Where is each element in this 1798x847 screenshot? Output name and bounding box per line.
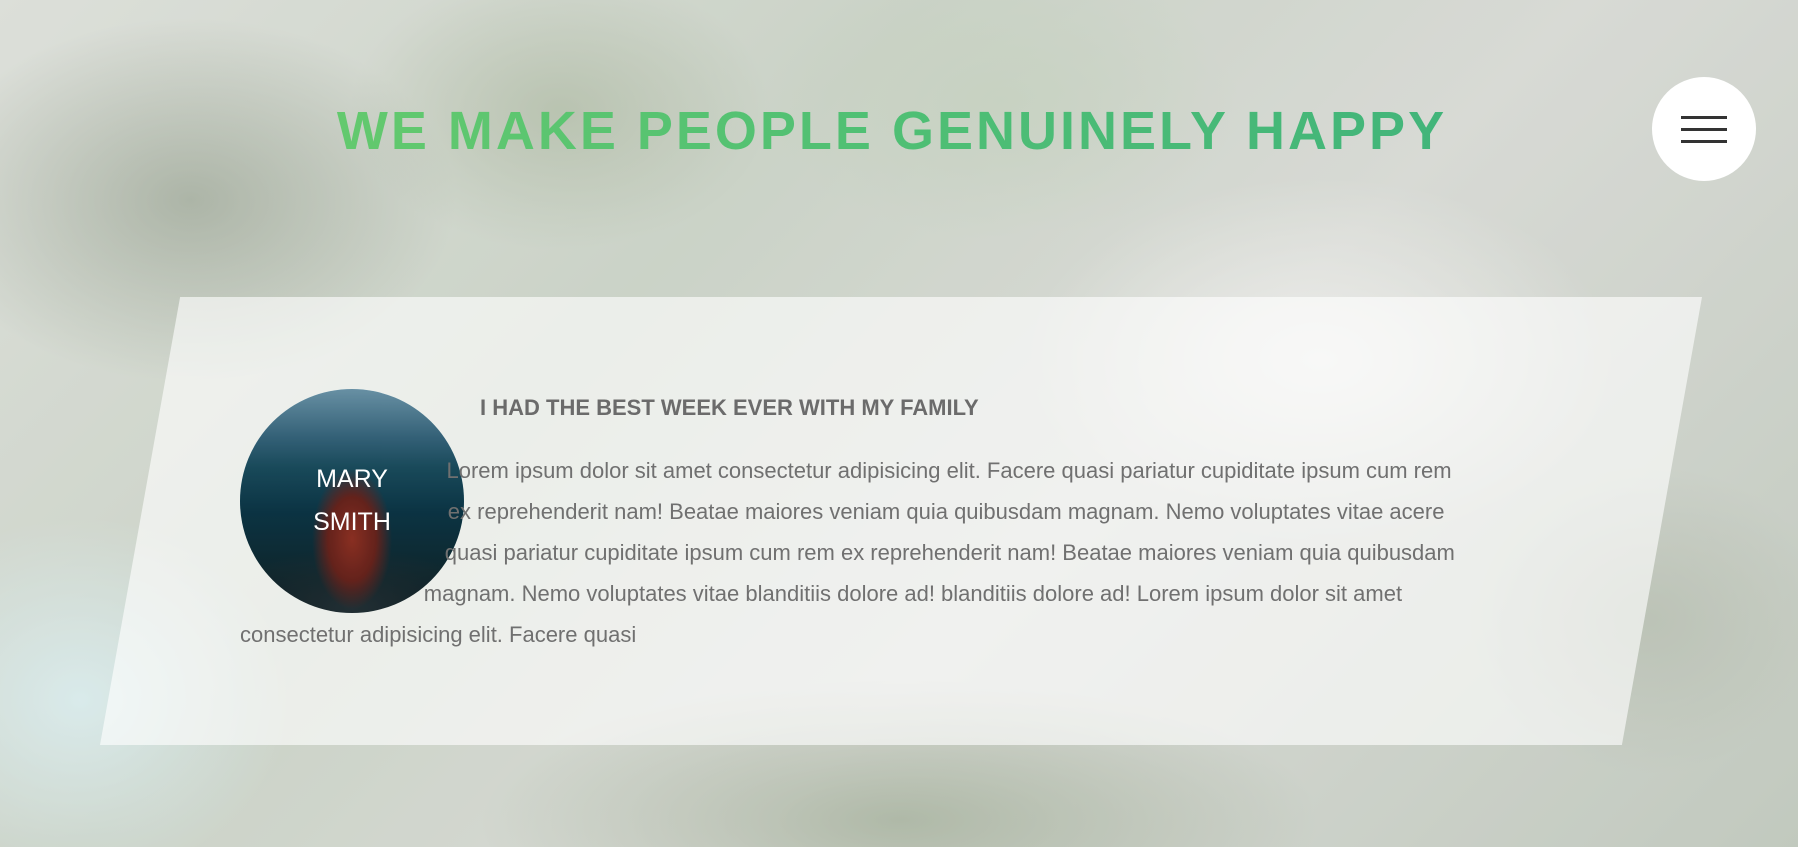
testimonial-title: I HAD THE BEST WEEK EVER WITH MY FAMILY <box>480 395 979 420</box>
hamburger-menu-icon <box>1681 115 1727 119</box>
hamburger-menu-icon-bar <box>1681 127 1727 131</box>
testimonial-body-wrapper: Lorem ipsum dolor sit amet consectetur a… <box>240 450 1480 655</box>
hero-headline: WE MAKE PEOPLE GENUINELY HAPPY <box>0 100 1798 162</box>
testimonial-card: MARY SMITH I HAD THE BEST WEEK EVER WITH… <box>100 297 1702 745</box>
menu-button[interactable] <box>1652 77 1756 181</box>
hero-headline-text: WE MAKE PEOPLE GENUINELY HAPPY <box>336 101 1448 161</box>
hamburger-menu-icon-bar <box>1681 139 1727 143</box>
